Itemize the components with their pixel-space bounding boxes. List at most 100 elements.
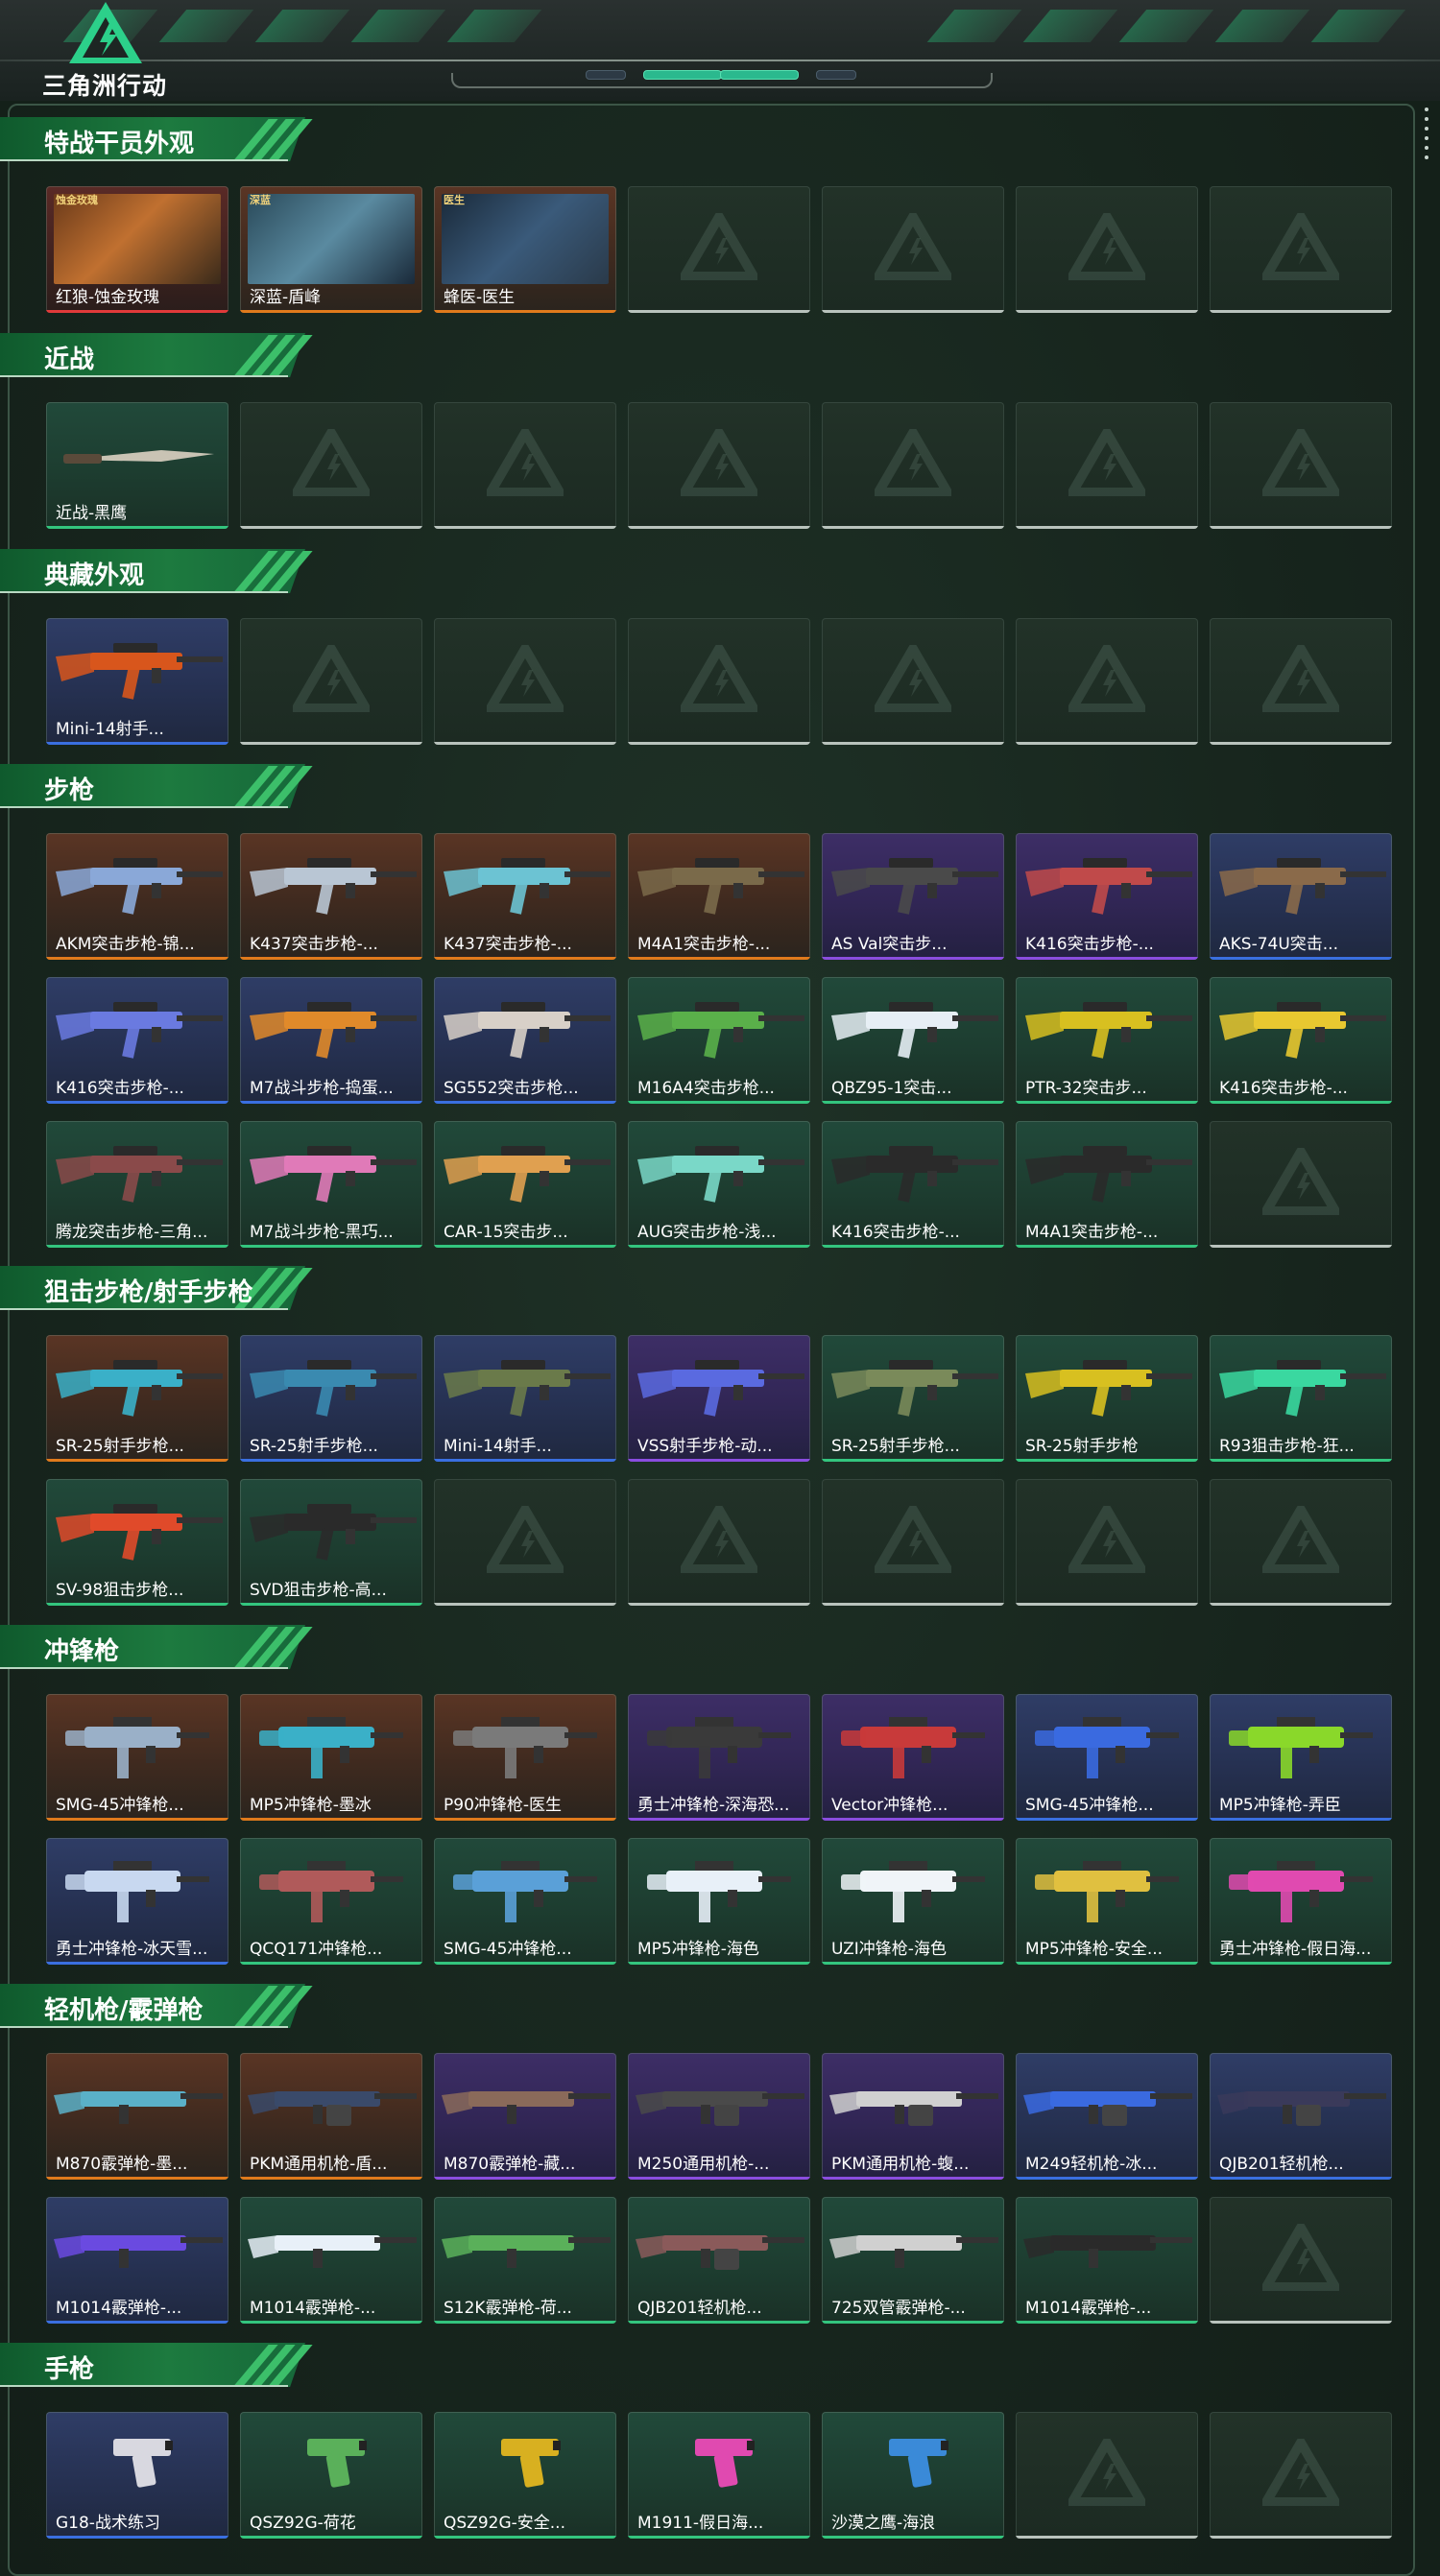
empty-slot [1210, 186, 1392, 313]
skin-card[interactable]: M16A4突击步枪... [628, 977, 810, 1104]
skin-card[interactable]: M7战斗步枪-捣蛋... [240, 977, 422, 1104]
placeholder-delta-icon [1064, 207, 1150, 281]
skin-card[interactable]: QSZ92G-荷花 [240, 2412, 422, 2539]
top-header: 三角洲行动 [0, 0, 1440, 101]
rarity-bar [628, 1101, 810, 1104]
skin-card[interactable]: UZI冲锋枪-海色 [822, 1838, 1004, 1965]
skin-card[interactable]: MP5冲锋枪-弄臣 [1210, 1694, 1392, 1821]
skin-card[interactable]: QCQ171冲锋枪... [240, 1838, 422, 1965]
skin-card[interactable]: 725双管霰弹枪-... [822, 2197, 1004, 2324]
skin-card[interactable]: K437突击步枪-... [240, 833, 422, 960]
skin-card[interactable]: 医生 蜂医-医生 [434, 186, 616, 313]
rarity-bar [628, 1459, 810, 1462]
skin-card[interactable]: 蚀金玫瑰 红狼-蚀金玫瑰 [46, 186, 228, 313]
skin-card[interactable]: G18-战术练习 [46, 2412, 228, 2539]
skin-name: AKM突击步枪-锦... [56, 935, 195, 954]
skin-card[interactable]: MP5冲锋枪-海色 [628, 1838, 810, 1965]
skin-card[interactable]: K416突击步枪-... [46, 977, 228, 1104]
skin-card[interactable]: QBZ95-1突击... [822, 977, 1004, 1104]
skin-card[interactable]: SG552突击步枪... [434, 977, 616, 1104]
rarity-bar [822, 1245, 1004, 1248]
rarity-bar [46, 742, 228, 745]
skin-card[interactable]: M250通用机枪-... [628, 2053, 810, 2180]
skin-card[interactable]: QJB201轻机枪... [1210, 2053, 1392, 2180]
rarity-bar [434, 957, 616, 960]
skin-card[interactable]: M7战斗步枪-黑巧... [240, 1121, 422, 1248]
skin-card[interactable]: S12K霰弹枪-荷... [434, 2197, 616, 2324]
skin-card[interactable]: AUG突击步枪-浅... [628, 1121, 810, 1248]
skin-name: SMG-45冲锋枪... [444, 1940, 572, 1959]
skin-card[interactable]: SR-25射手步枪... [46, 1335, 228, 1462]
skin-card[interactable]: M870霰弹枪-藏... [434, 2053, 616, 2180]
skin-card[interactable]: M4A1突击步枪-... [628, 833, 810, 960]
skin-card[interactable]: M1014霰弹枪-... [46, 2197, 228, 2324]
skin-card[interactable]: 沙漠之鹰-海浪 [822, 2412, 1004, 2539]
skin-card[interactable]: SMG-45冲锋枪... [434, 1838, 616, 1965]
skin-card[interactable]: PKM通用机枪-盾... [240, 2053, 422, 2180]
skin-card[interactable]: SR-25射手步枪 [1016, 1335, 1198, 1462]
skin-name: QJB201轻机枪... [1219, 2155, 1344, 2174]
shotgun-icon [46, 2053, 228, 2149]
skin-card[interactable]: Mini-14射手... [46, 618, 228, 745]
skin-card[interactable]: SMG-45冲锋枪... [46, 1694, 228, 1821]
smg-icon [1016, 1838, 1198, 1934]
skin-card[interactable]: Vector冲锋枪... [822, 1694, 1004, 1821]
smg-icon [240, 1838, 422, 1934]
empty-slot [1210, 618, 1392, 745]
rarity-bar [1016, 2177, 1198, 2180]
pistol-icon [46, 2412, 228, 2508]
skin-card[interactable]: MP5冲锋枪-安全... [1016, 1838, 1198, 1965]
skin-card[interactable]: M249轻机枪-冰... [1016, 2053, 1198, 2180]
shotgun-icon [822, 2197, 1004, 2293]
skin-card[interactable]: QJB201轻机枪... [628, 2197, 810, 2324]
skin-card[interactable]: 勇士冲锋枪-冰天雪... [46, 1838, 228, 1965]
skin-card[interactable]: AKM突击步枪-锦... [46, 833, 228, 960]
placeholder-delta-icon [1064, 423, 1150, 497]
skin-name: Vector冲锋枪... [831, 1796, 948, 1815]
skin-card[interactable]: M1014霰弹枪-... [240, 2197, 422, 2324]
skin-card[interactable]: QSZ92G-安全... [434, 2412, 616, 2539]
skin-card[interactable]: K416突击步枪-... [822, 1121, 1004, 1248]
skin-card[interactable]: K416突击步枪-... [1210, 977, 1392, 1104]
skin-card[interactable]: SVD狙击步枪-高... [240, 1479, 422, 1606]
placeholder-delta-icon [676, 423, 762, 497]
skin-card[interactable]: K416突击步枪-... [1016, 833, 1198, 960]
scrollbar[interactable] [1425, 107, 1430, 165]
skin-card[interactable]: CAR-15突击步... [434, 1121, 616, 1248]
skin-card[interactable]: AS Val突击步... [822, 833, 1004, 960]
skin-name: PTR-32突击步... [1025, 1079, 1147, 1098]
skin-card[interactable]: M4A1突击步枪-... [1016, 1121, 1198, 1248]
skin-card[interactable]: AKS-74U突击... [1210, 833, 1392, 960]
skin-card[interactable]: SR-25射手步枪... [240, 1335, 422, 1462]
skin-name: K416突击步枪-... [1219, 1079, 1348, 1098]
skin-card[interactable]: 勇士冲锋枪-深海恐... [628, 1694, 810, 1821]
skin-card[interactable]: 深蓝 深蓝-盾峰 [240, 186, 422, 313]
skin-card[interactable]: PTR-32突击步... [1016, 977, 1198, 1104]
skin-card[interactable]: VSS射手步枪-动... [628, 1335, 810, 1462]
skin-card[interactable]: MP5冲锋枪-墨冰 [240, 1694, 422, 1821]
skin-card[interactable]: R93狙击步枪-狂... [1210, 1335, 1392, 1462]
skin-card[interactable]: 近战-黑鹰 [46, 402, 228, 529]
skin-card[interactable]: M1014霰弹枪-... [1016, 2197, 1198, 2324]
empty-slot [628, 618, 810, 745]
skin-card[interactable]: Mini-14射手... [434, 1335, 616, 1462]
pistol-icon [822, 2412, 1004, 2508]
section-banner: 冲锋枪 [0, 1625, 317, 1669]
operator-portrait-icon [248, 194, 415, 284]
skin-card[interactable]: 勇士冲锋枪-假日海... [1210, 1838, 1392, 1965]
machinegun-icon [1016, 2053, 1198, 2149]
skin-card[interactable]: SMG-45冲锋枪... [1016, 1694, 1198, 1821]
skin-name: MP5冲锋枪-海色 [637, 1940, 759, 1959]
skin-card[interactable]: K437突击步枪-... [434, 833, 616, 960]
skin-card[interactable]: SR-25射手步枪... [822, 1335, 1004, 1462]
placeholder-delta-icon [676, 207, 762, 281]
placeholder-delta-icon [676, 639, 762, 713]
skin-card[interactable]: M1911-假日海... [628, 2412, 810, 2539]
skin-card[interactable]: 腾龙突击步枪-三角... [46, 1121, 228, 1248]
skin-card[interactable]: M870霰弹枪-墨... [46, 2053, 228, 2180]
skin-card[interactable]: PKM通用机枪-蝮... [822, 2053, 1004, 2180]
skin-card[interactable]: SV-98狙击步枪... [46, 1479, 228, 1606]
section-title: 步枪 [44, 776, 95, 805]
empty-slot [822, 186, 1004, 313]
skin-card[interactable]: P90冲锋枪-医生 [434, 1694, 616, 1821]
